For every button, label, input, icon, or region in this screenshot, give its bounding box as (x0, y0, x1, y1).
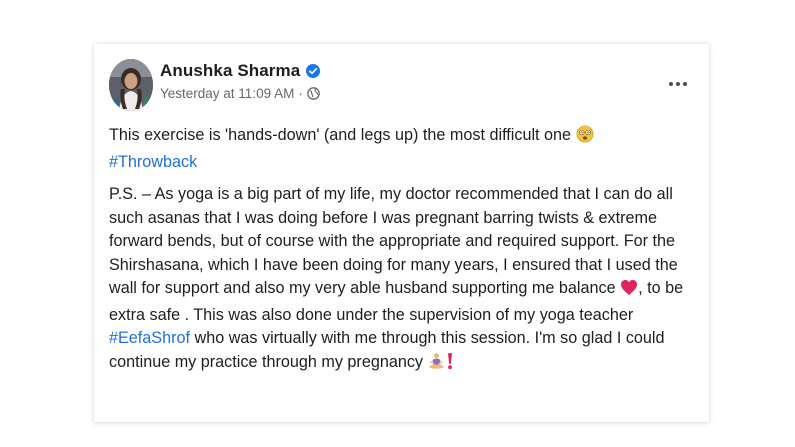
more-options-dot (676, 82, 680, 86)
author-name[interactable]: Anushka Sharma (160, 61, 300, 81)
page: Anushka Sharma Yesterday at 11:09 AM · T… (0, 0, 795, 447)
more-options-icon (669, 82, 673, 86)
post-text: This exercise is 'hands-down' (and legs … (109, 126, 576, 144)
red-exclamation-emoji-icon (445, 352, 455, 378)
more-options-button[interactable] (665, 74, 691, 94)
avatar-image (109, 59, 153, 111)
post-paragraph-1: This exercise is 'hands-down' (and legs … (109, 124, 694, 174)
post-paragraph-2: P.S. – As yoga is a big part of my life,… (109, 183, 694, 377)
author-avatar[interactable] (109, 59, 153, 111)
person-in-lotus-position-emoji-icon (428, 352, 445, 378)
post-text: who was virtually with me through this s… (109, 329, 665, 371)
verified-badge-icon (306, 64, 321, 78)
post-meta: Yesterday at 11:09 AM · (160, 86, 320, 101)
more-options-dot (683, 82, 687, 86)
post-text: P.S. – As yoga is a big part of my life,… (109, 185, 678, 297)
meta-separator: · (298, 86, 303, 101)
dizzy-face-emoji-icon (576, 125, 594, 151)
red-heart-emoji-icon (620, 279, 638, 304)
post-header: Anushka Sharma Yesterday at 11:09 AM · (106, 58, 697, 114)
globe-icon[interactable] (306, 87, 320, 100)
author-info: Anushka Sharma Yesterday at 11:09 AM · (160, 59, 321, 101)
post-body: This exercise is 'hands-down' (and legs … (109, 124, 694, 377)
post-timestamp[interactable]: Yesterday at 11:09 AM (160, 86, 294, 101)
facebook-post-card: Anushka Sharma Yesterday at 11:09 AM · T… (94, 44, 709, 422)
author-name-row: Anushka Sharma (160, 59, 321, 83)
hashtag-throwback-link[interactable]: #Throwback (109, 153, 197, 171)
hashtag-eefashrof-link[interactable]: #EefaShrof (109, 329, 190, 347)
